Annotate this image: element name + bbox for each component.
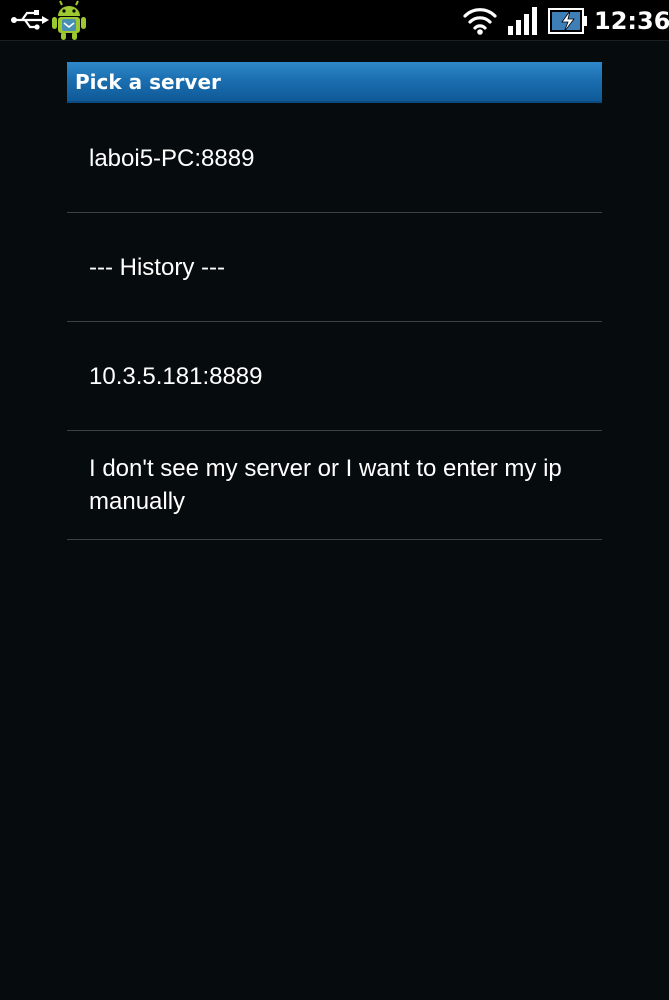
- list-item-manual-entry[interactable]: I don't see my server or I want to enter…: [67, 431, 602, 540]
- status-bar: 12:36: [0, 0, 669, 41]
- usb-icon: [11, 10, 49, 30]
- list-item-history-header[interactable]: --- History ---: [67, 213, 602, 322]
- clock: 12:36: [594, 7, 669, 35]
- server-list: laboi5-PC:8889 --- History --- 10.3.5.18…: [67, 104, 602, 540]
- android-debug-icon: [52, 0, 86, 40]
- signal-icon: [508, 7, 537, 35]
- wifi-icon: [463, 8, 497, 35]
- list-item-server[interactable]: laboi5-PC:8889: [67, 104, 602, 213]
- dialog-title: Pick a server: [67, 62, 602, 103]
- battery-icon: [548, 8, 587, 34]
- list-item-history-server[interactable]: 10.3.5.181:8889: [67, 322, 602, 431]
